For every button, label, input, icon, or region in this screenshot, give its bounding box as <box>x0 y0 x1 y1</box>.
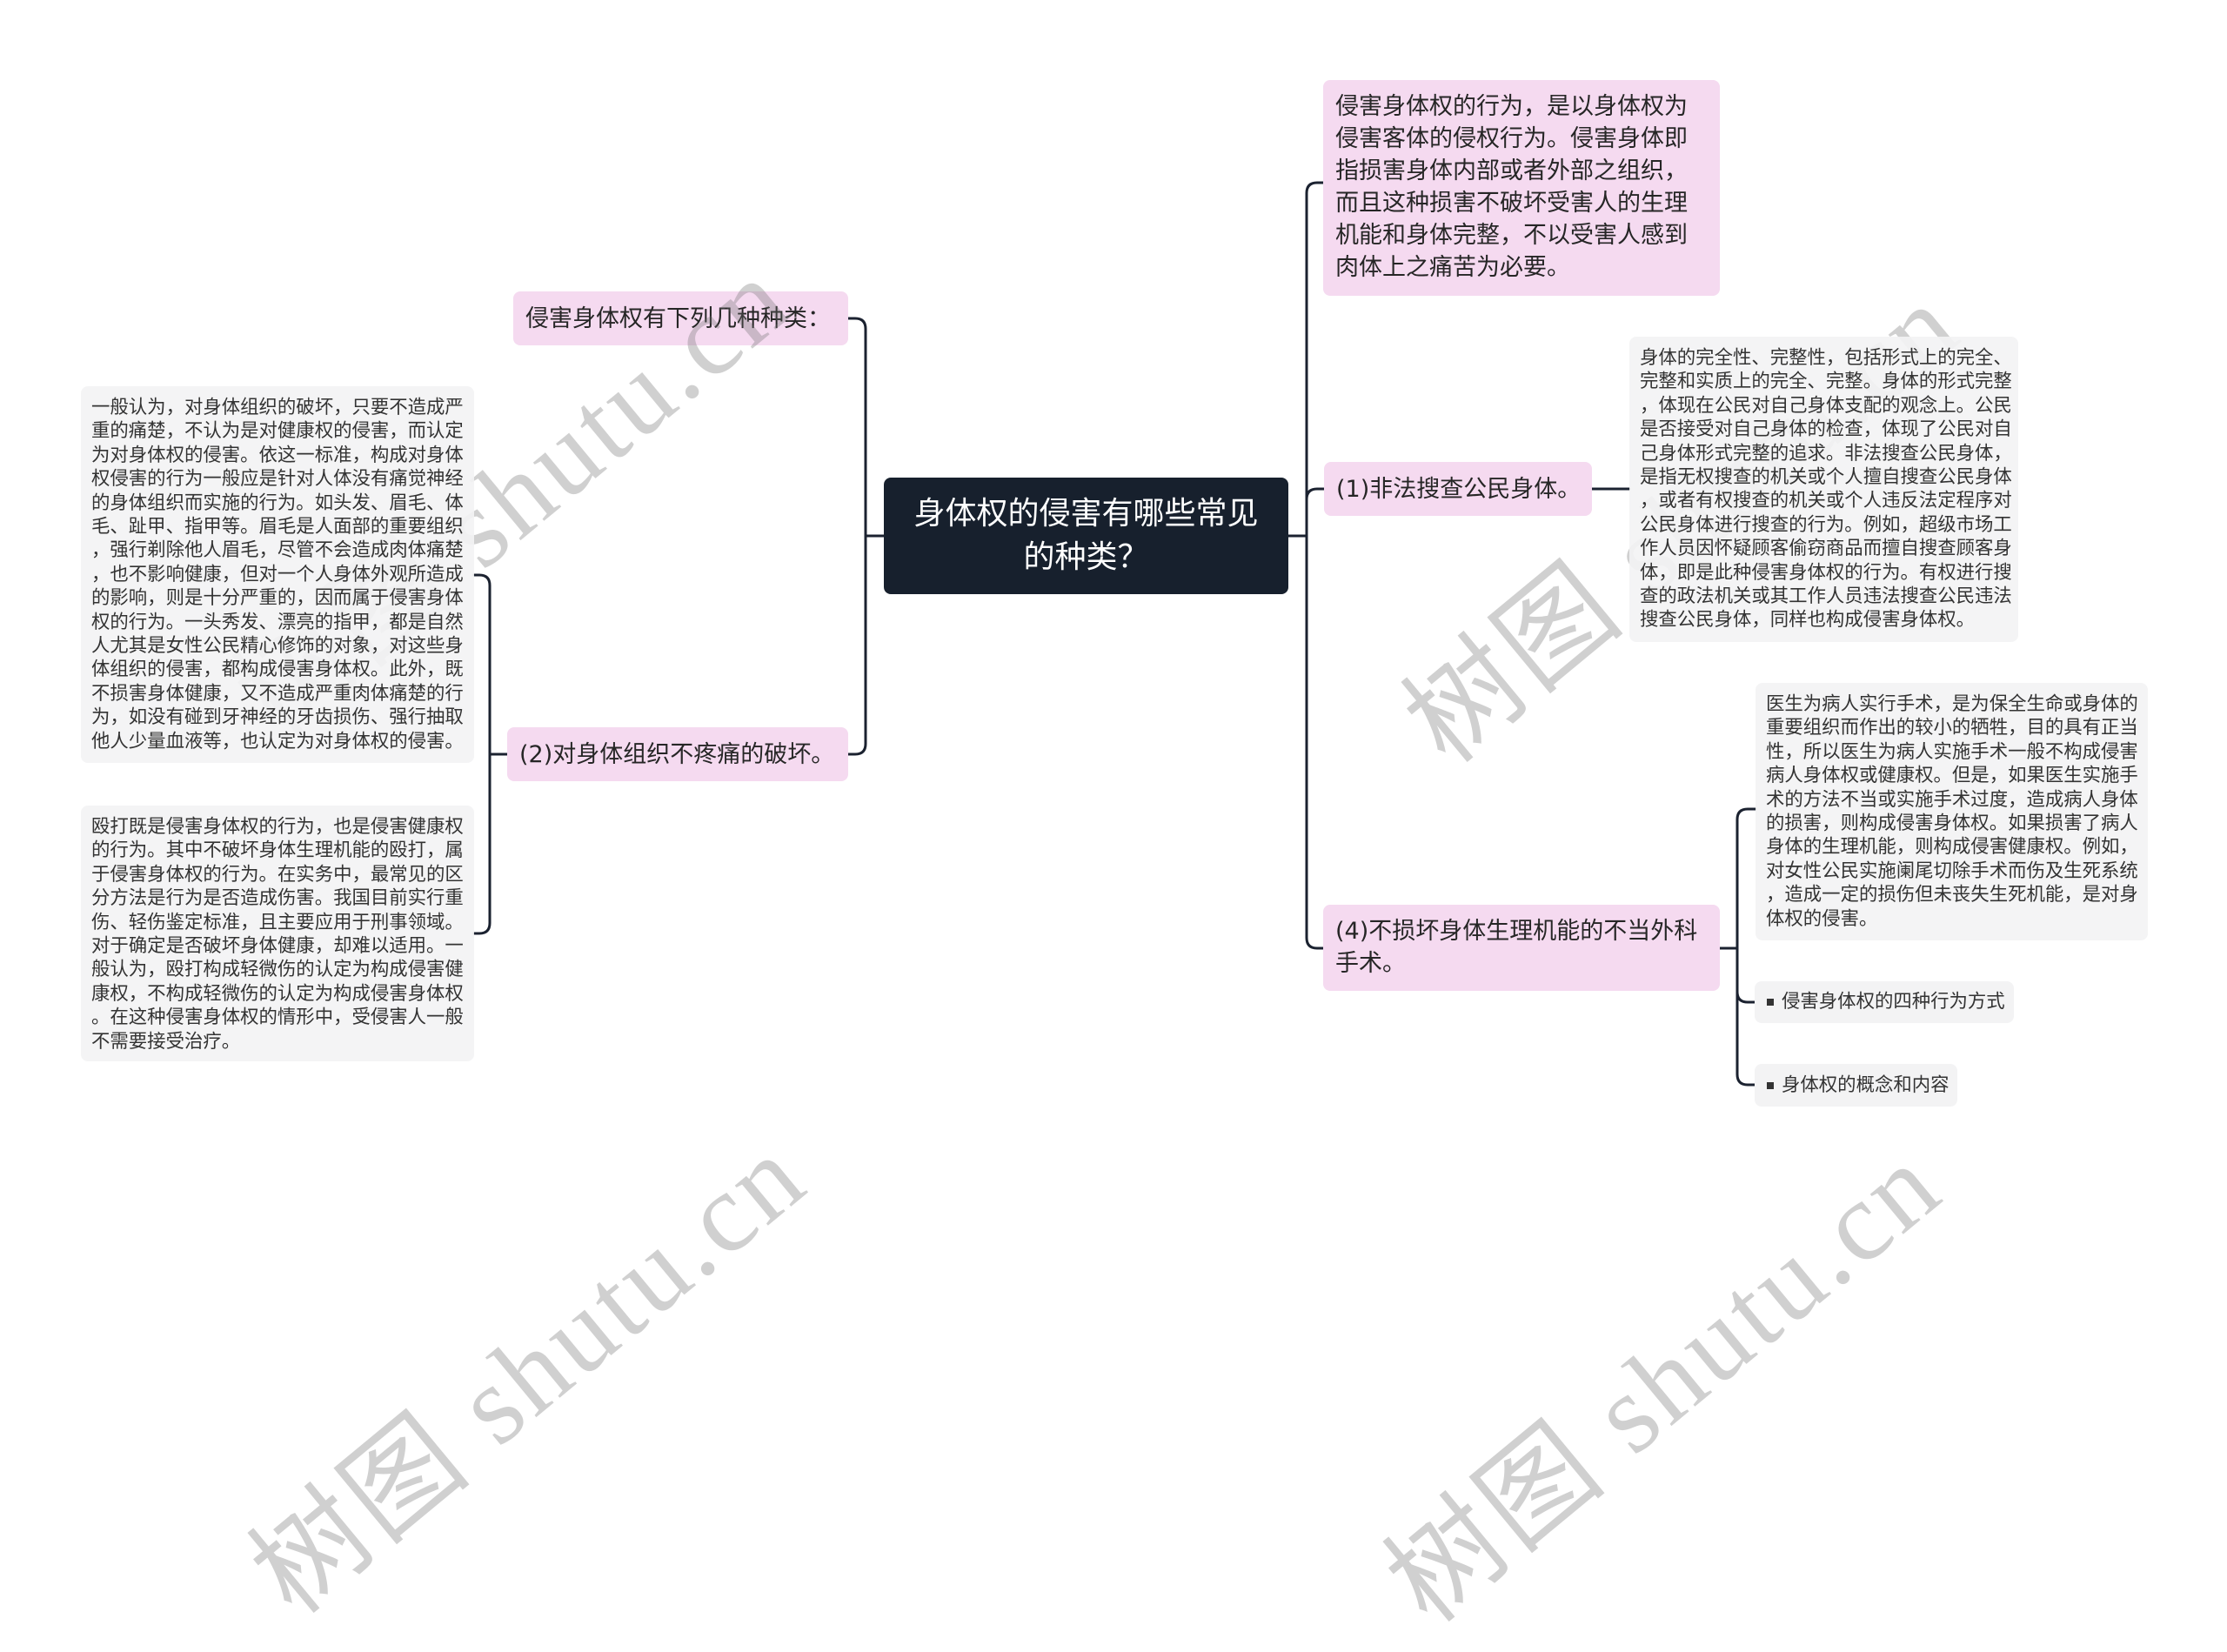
branch-node-label: 侵害身体权的行为，是以身体权为 侵害客体的侵权行为。侵害身体即 指损害身体内部或… <box>1335 93 1688 281</box>
root-node-title: 身体权的侵害有哪些常见 的种类？ <box>913 496 1259 575</box>
branch-node-label: (1)非法搜查公民身体。 <box>1336 475 1582 503</box>
related-link-label[interactable]: 身体权的概念和内容 <box>1782 1073 1949 1098</box>
connector-branch-4-bracket <box>1735 807 1757 1087</box>
branch-node-painless-damage: (2)对身体组织不疼痛的破坏。 <box>507 727 848 781</box>
branch-node-definition: 侵害身体权的行为，是以身体权为 侵害客体的侵权行为。侵害身体即 指损害身体内部或… <box>1323 80 1720 296</box>
detail-note-text: 殴打既是侵害身体权的行为，也是侵害健康权 的行为。其中不破坏身体生理机能的殴打，… <box>91 816 464 1053</box>
branch-node-types-intro: 侵害身体权有下列几种种类： <box>513 291 848 345</box>
detail-note-text: 医生为病人实行手术，是为保全生命或身体的 重要组织而作出的较小的牺牲，目的具有正… <box>1766 693 2138 930</box>
detail-note-text: 一般认为，对身体组织的破坏，只要不造成严 重的痛楚，不认为是对健康权的侵害，而认… <box>91 397 464 752</box>
root-node: 身体权的侵害有哪些常见 的种类？ <box>884 478 1288 594</box>
connector-left-trunk <box>846 317 867 756</box>
detail-note-text: 身体的完全性、完整性，包括形式上的完全、 完整和实质上的完全、完整。身体的形式完… <box>1640 347 2012 632</box>
square-bullet-icon <box>1767 1081 1774 1089</box>
connector-branch-2-bracket <box>472 573 492 935</box>
branch-node-improper-surgery: (4)不损坏身体生理机能的不当外科 手术。 <box>1323 905 1720 991</box>
branch-node-label: (4)不损坏身体生理机能的不当外科 手术。 <box>1335 918 1698 977</box>
detail-note-illegal-search: 身体的完全性、完整性，包括形式上的完全、 完整和实质上的完全、完整。身体的形式完… <box>1629 337 2018 642</box>
branch-node-label: (2)对身体组织不疼痛的破坏。 <box>519 740 835 768</box>
square-bullet-icon <box>1767 999 1774 1006</box>
detail-note-painless-damage-2: 殴打既是侵害身体权的行为，也是侵害健康权 的行为。其中不破坏身体生理机能的殴打，… <box>81 806 474 1061</box>
branch-node-illegal-search: (1)非法搜查公民身体。 <box>1324 462 1592 516</box>
detail-note-painless-damage-1: 一般认为，对身体组织的破坏，只要不造成严 重的痛楚，不认为是对健康权的侵害，而认… <box>81 386 474 763</box>
detail-note-improper-surgery: 医生为病人实行手术，是为保全生命或身体的 重要组织而作出的较小的牺牲，目的具有正… <box>1756 683 2148 940</box>
branch-node-label: 侵害身体权有下列几种种类： <box>525 304 831 332</box>
connector-right-trunk <box>1305 181 1325 950</box>
connector-to-branch-1 <box>1305 487 1326 501</box>
related-link-four-behaviors[interactable]: 侵害身体权的四种行为方式 <box>1755 981 2014 1023</box>
connector-to-link-1 <box>1735 990 1756 1004</box>
related-link-label[interactable]: 侵害身体权的四种行为方式 <box>1782 990 2005 1014</box>
related-link-concept-content[interactable]: 身体权的概念和内容 <box>1755 1064 1957 1107</box>
